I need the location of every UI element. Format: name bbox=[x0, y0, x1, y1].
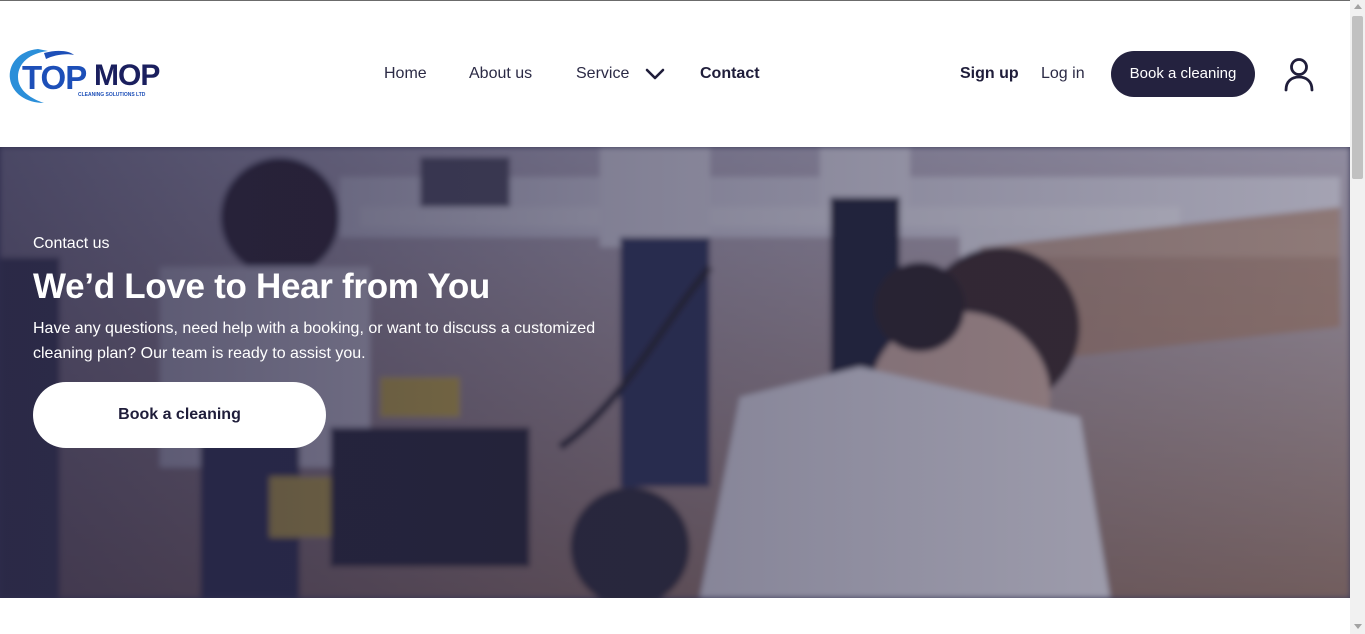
book-cleaning-button[interactable]: Book a cleaning bbox=[1111, 51, 1255, 97]
user-icon[interactable] bbox=[1281, 57, 1317, 93]
scrollbar-thumb[interactable] bbox=[1352, 16, 1363, 179]
nav-service[interactable]: Service bbox=[576, 63, 629, 85]
hero-section: Contact us We’d Love to Hear from You Ha… bbox=[0, 147, 1350, 598]
nav-home[interactable]: Home bbox=[384, 63, 427, 85]
site-header: TOP MOP CLEANING SOLUTIONS LTD Home Abou… bbox=[0, 1, 1350, 147]
chevron-down-icon[interactable] bbox=[645, 67, 665, 81]
logo-tagline: CLEANING SOLUTIONS LTD bbox=[78, 92, 146, 98]
nav-about[interactable]: About us bbox=[469, 63, 532, 85]
scroll-down-icon[interactable] bbox=[1354, 624, 1362, 629]
signup-link[interactable]: Sign up bbox=[960, 63, 1019, 85]
hero-overlay bbox=[0, 147, 1350, 598]
nav-contact[interactable]: Contact bbox=[700, 63, 760, 85]
hero-description: Have any questions, need help with a boo… bbox=[33, 320, 596, 362]
page-scrollbar[interactable] bbox=[1350, 0, 1365, 634]
hero-eyebrow: Contact us bbox=[33, 235, 110, 252]
login-link[interactable]: Log in bbox=[1041, 63, 1085, 85]
hero-book-cleaning-button[interactable]: Book a cleaning bbox=[33, 382, 326, 448]
hero-title: We’d Love to Hear from You bbox=[33, 267, 490, 306]
scroll-up-icon[interactable] bbox=[1354, 4, 1362, 9]
